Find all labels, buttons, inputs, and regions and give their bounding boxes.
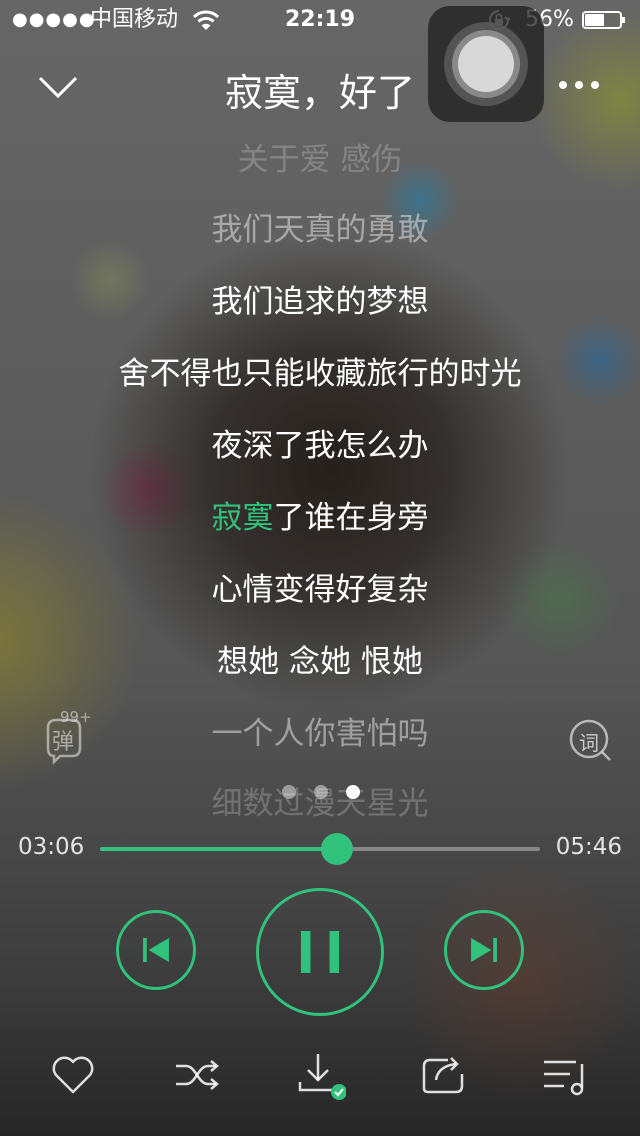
lyric-label: 词 [579, 731, 599, 755]
danmu-label: 弹 [52, 730, 75, 755]
download-icon[interactable] [296, 1050, 346, 1100]
seek-track[interactable] [100, 833, 540, 865]
unsung-part: 了谁在身旁 [273, 500, 429, 536]
lyric-line: 夜深了我怎么办 [211, 428, 429, 464]
lyric-line: 我们天真的勇敢 [211, 212, 429, 248]
song-title: 寂寞，好了 [224, 71, 415, 115]
bottom-toolbar [0, 1046, 640, 1106]
previous-icon [143, 937, 169, 963]
heart-icon[interactable] [48, 1050, 98, 1100]
lyric-line: 心情变得好复杂 [211, 572, 429, 608]
lyric-line: 想她 念她 恨她 [217, 644, 423, 680]
assistive-touch-knob [458, 36, 514, 92]
lyric-toggle-button[interactable]: 词 [568, 718, 614, 764]
lyric-line: 舍不得也只能收藏旅行的时光 [118, 356, 522, 392]
sung-part: 寂寞 [211, 500, 274, 536]
player-header: 寂寞，好了 [0, 48, 640, 124]
lyric-line: 关于爱 感伤 [237, 142, 403, 178]
pause-icon [300, 931, 340, 973]
share-icon[interactable] [418, 1050, 468, 1100]
page-dot[interactable] [282, 785, 296, 799]
status-bar: ●●●●● 中国移动 22:19 56% [0, 0, 640, 40]
shuffle-icon[interactable] [172, 1050, 222, 1100]
more-icon[interactable] [556, 70, 602, 100]
assistive-touch-icon[interactable] [428, 6, 544, 122]
previous-button[interactable] [116, 910, 196, 990]
pause-button[interactable] [256, 888, 384, 1016]
seek-thumb[interactable] [320, 833, 353, 865]
progress-bar: 03:06 05:46 [0, 830, 640, 870]
battery-icon [582, 11, 625, 29]
playlist-icon[interactable] [540, 1050, 590, 1100]
lyric-line: 我们追求的梦想 [211, 284, 429, 320]
page-indicator [276, 783, 366, 801]
elapsed-time: 03:06 [18, 834, 85, 860]
next-button[interactable] [444, 910, 524, 990]
current-lyric-line: 寂寞了谁在身旁 [0, 492, 640, 537]
danmu-count-badge: 99+ [60, 708, 92, 726]
page-dot[interactable] [314, 785, 328, 799]
page-dot-active[interactable] [346, 785, 360, 799]
total-time: 05:46 [555, 834, 622, 860]
seek-track-fill [100, 847, 337, 851]
next-icon [471, 937, 497, 963]
